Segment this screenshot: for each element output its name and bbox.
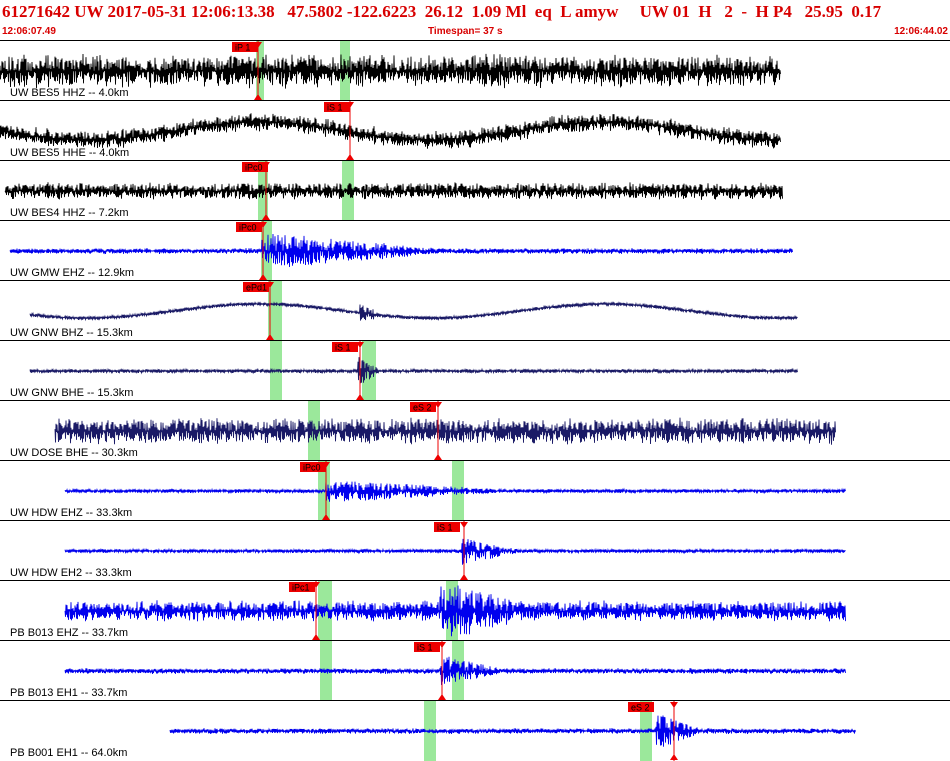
channel-label: UW HDW EHZ -- 33.3km [10, 507, 133, 519]
waveform-plot: ePd1 [29, 281, 798, 341]
pick-label: iS 1 [327, 103, 343, 113]
channel-panel[interactable]: iPc1 PB B013 EHZ -- 33.7km [0, 580, 950, 641]
channel-panel[interactable]: iS 1 UW HDW EH2 -- 33.3km [0, 520, 950, 581]
channel-label: UW BES5 HHZ -- 4.0km [10, 87, 129, 99]
waveform-trace [169, 715, 856, 747]
channel-label: PB B013 EHZ -- 33.7km [10, 627, 128, 639]
channel-panel[interactable]: iPc0 UW BES4 HHZ -- 7.2km [0, 160, 950, 221]
pick-label: iP 1 [235, 43, 250, 53]
channel-panel[interactable]: iPc0 UW GMW EHZ -- 12.9km [0, 220, 950, 281]
event-header: 61271642 UW 2017-05-31 12:06:13.38 47.58… [0, 0, 950, 40]
pick-label: iPc0 [303, 463, 321, 473]
pick-label: iS 1 [417, 643, 433, 653]
channel-label: PB B001 EH1 -- 64.0km [10, 747, 128, 759]
waveform-trace [54, 417, 836, 445]
pick-label: ePd1 [246, 283, 267, 293]
waveform-plot: iS 1 [0, 101, 781, 161]
channel-panel[interactable]: iS 1 PB B013 EH1 -- 33.7km [0, 640, 950, 701]
channel-label: UW GNW BHE -- 15.3km [10, 387, 134, 399]
channel-label: UW BES4 HHZ -- 7.2km [10, 207, 129, 219]
channel-label: UW GNW BHZ -- 15.3km [10, 327, 133, 339]
channel-label: UW GMW EHZ -- 12.9km [10, 267, 135, 279]
timespan: Timespan= 37 s [428, 26, 503, 37]
channel-label: UW HDW EH2 -- 33.3km [10, 567, 132, 579]
channel-label: PB B013 EH1 -- 33.7km [10, 687, 128, 699]
waveform-trace [64, 656, 846, 686]
waveform-plot: iS 1 [64, 641, 846, 701]
waveform-plot: eS 2 [169, 701, 856, 761]
waveform-plot: eS 2 [54, 401, 836, 461]
pick-label: iS 1 [335, 343, 351, 353]
waveform-trace [9, 233, 793, 268]
end-time: 12:06:44.02 [894, 26, 948, 37]
waveform-trace [4, 182, 783, 200]
waveform-plot: iPc0 [9, 221, 793, 281]
channel-label: UW DOSE BHE -- 30.3km [10, 447, 138, 459]
channel-panel[interactable]: iS 1 UW GNW BHE -- 15.3km [0, 340, 950, 401]
time-bar: 12:06:07.49 Timespan= 37 s 12:06:44.02 [0, 25, 950, 39]
pick-marker-top [460, 522, 468, 528]
waveform-plot: iPc0 [4, 161, 783, 221]
waveform-trace [29, 300, 798, 322]
pick-label: iPc0 [245, 163, 263, 173]
seismogram-panels[interactable]: iP 1 UW BES5 HHZ -- 4.0km iS 1 UW BES5 HHE … [0, 40, 950, 761]
pick-marker-top [670, 702, 678, 708]
channel-panel[interactable]: iS 1 UW BES5 HHE -- 4.0km [0, 100, 950, 161]
pick-label: eS 2 [413, 403, 432, 413]
channel-panel[interactable]: iP 1 UW BES5 HHZ -- 4.0km [0, 40, 950, 101]
event-summary: 61271642 UW 2017-05-31 12:06:13.38 47.58… [2, 2, 882, 21]
waveform-trace [0, 113, 781, 149]
start-time: 12:06:07.49 [2, 26, 56, 37]
waveform-plot: iPc0 [64, 461, 846, 521]
waveform-plot: iP 1 [0, 41, 781, 101]
channel-label: UW BES5 HHE -- 4.0km [10, 147, 130, 159]
channel-panel[interactable]: iPc0 UW HDW EHZ -- 33.3km [0, 460, 950, 521]
waveform-plot: iPc1 [64, 581, 846, 641]
pick-label: iPc0 [239, 223, 257, 233]
pick-label: iS 1 [437, 523, 453, 533]
waveform-plot: iS 1 [64, 521, 846, 581]
waveform-trace [29, 357, 798, 384]
channel-panel[interactable]: eS 2 PB B001 EH1 -- 64.0km [0, 700, 950, 761]
pick-label: eS 2 [631, 703, 650, 713]
channel-panel[interactable]: eS 2 UW DOSE BHE -- 30.3km [0, 400, 950, 461]
waveform-trace [0, 53, 781, 89]
pick-marker-bottom [670, 754, 678, 760]
channel-panel[interactable]: ePd1 UW GNW BHZ -- 15.3km [0, 280, 950, 341]
pick-label: iPc1 [292, 583, 310, 593]
waveform-plot: iS 1 [29, 341, 798, 401]
waveform-trace [64, 538, 846, 565]
